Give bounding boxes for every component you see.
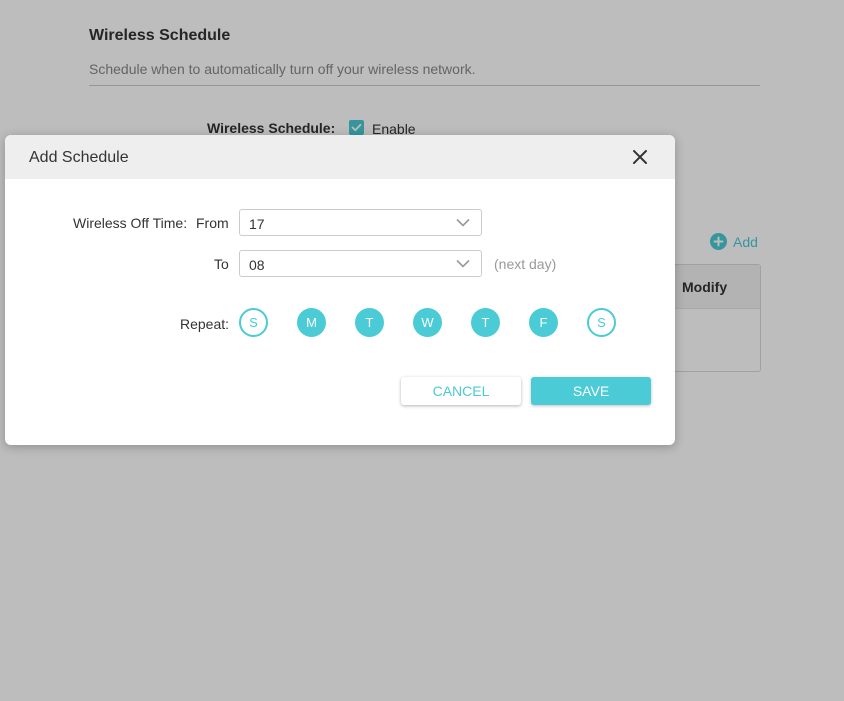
from-hour-select[interactable]: 17 (239, 209, 482, 236)
to-hour-select[interactable]: 08 (239, 250, 482, 277)
cancel-button[interactable]: CANCEL (401, 377, 521, 405)
close-icon[interactable] (631, 148, 649, 166)
day-toggle-tuesday[interactable]: T (355, 308, 384, 337)
day-toggle-saturday[interactable]: S (587, 308, 616, 337)
save-button[interactable]: SAVE (531, 377, 651, 405)
wireless-off-time-label: Wireless Off Time: (73, 215, 188, 231)
add-schedule-dialog: Add Schedule Wireless Off Time: From 17 … (5, 135, 675, 445)
day-toggle-friday[interactable]: F (529, 308, 558, 337)
from-label: From (196, 215, 229, 231)
chevron-down-icon (456, 259, 470, 268)
repeat-label: Repeat: (180, 316, 230, 332)
dialog-header: Add Schedule (5, 135, 675, 179)
day-toggle-monday[interactable]: M (297, 308, 326, 337)
next-day-note: (next day) (494, 256, 557, 272)
chevron-down-icon (456, 218, 470, 227)
day-toggle-thursday[interactable]: T (471, 308, 500, 337)
to-label: To (214, 256, 229, 272)
day-toggle-sunday[interactable]: S (239, 308, 268, 337)
from-hour-value: 17 (249, 216, 265, 232)
to-hour-value: 08 (249, 257, 265, 273)
dialog-title: Add Schedule (29, 149, 129, 166)
day-toggle-wednesday[interactable]: W (413, 308, 442, 337)
